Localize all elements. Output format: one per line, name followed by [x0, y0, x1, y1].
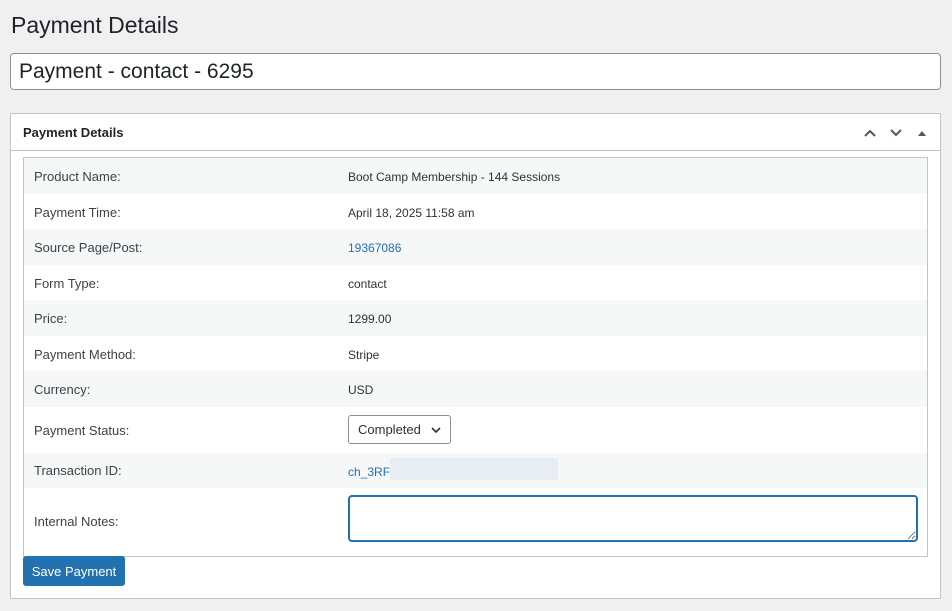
metabox-handle-actions: [858, 122, 934, 144]
metabox-title: Payment Details: [23, 125, 124, 140]
form-type-value: contact: [348, 277, 387, 291]
toggle-panel-button[interactable]: [910, 122, 934, 144]
row-form-type: Form Type: contact: [24, 265, 927, 300]
currency-label: Currency:: [34, 382, 91, 397]
source-page-label: Source Page/Post:: [34, 240, 143, 255]
payment-details-metabox: Payment Details Product Name: Boot Camp …: [10, 113, 941, 599]
redacted-block: [390, 458, 558, 480]
payment-status-label: Payment Status:: [34, 423, 130, 438]
chevron-down-icon: [431, 427, 441, 434]
payment-title-input[interactable]: [10, 53, 941, 90]
row-internal-notes: Internal Notes:: [24, 488, 927, 556]
row-payment-time: Payment Time: April 18, 2025 11:58 am: [24, 194, 927, 229]
row-source-page: Source Page/Post: 19367086: [24, 229, 927, 265]
payment-status-select[interactable]: Completed: [348, 415, 451, 444]
row-transaction-id: Transaction ID: ch_3RFI: [24, 453, 927, 488]
row-product-name: Product Name: Boot Camp Membership - 144…: [24, 158, 927, 194]
payment-time-label: Payment Time:: [34, 205, 121, 220]
row-price: Price: 1299.00: [24, 300, 927, 336]
product-name-value: Boot Camp Membership - 144 Sessions: [348, 170, 561, 184]
transaction-id-label: Transaction ID:: [34, 463, 122, 478]
product-name-label: Product Name:: [34, 169, 121, 184]
payment-method-label: Payment Method:: [34, 347, 136, 362]
price-value: 1299.00: [348, 312, 392, 326]
currency-value: USD: [348, 383, 374, 397]
move-up-button[interactable]: [858, 122, 882, 144]
price-label: Price:: [34, 311, 68, 326]
payment-time-value: April 18, 2025 11:58 am: [348, 206, 475, 220]
move-down-button[interactable]: [884, 122, 908, 144]
source-page-link[interactable]: 19367086: [348, 241, 401, 255]
row-currency: Currency: USD: [24, 371, 927, 407]
payment-details-table: Product Name: Boot Camp Membership - 144…: [23, 157, 928, 557]
form-type-label: Form Type:: [34, 276, 100, 291]
triangle-up-icon: [918, 131, 926, 136]
payment-status-selected: Completed: [358, 422, 421, 437]
internal-notes-label: Internal Notes:: [34, 514, 119, 529]
internal-notes-textarea[interactable]: [348, 495, 918, 542]
chevron-up-icon: [864, 129, 876, 137]
chevron-down-icon: [890, 129, 902, 137]
page-title: Payment Details: [11, 12, 179, 38]
save-payment-button[interactable]: Save Payment: [23, 556, 125, 586]
payment-method-value: Stripe: [348, 348, 380, 362]
row-payment-status: Payment Status: Completed: [24, 407, 927, 453]
transaction-id-link[interactable]: ch_3RFI: [348, 465, 393, 479]
row-payment-method: Payment Method: Stripe: [24, 336, 927, 371]
metabox-header: Payment Details: [11, 114, 940, 151]
